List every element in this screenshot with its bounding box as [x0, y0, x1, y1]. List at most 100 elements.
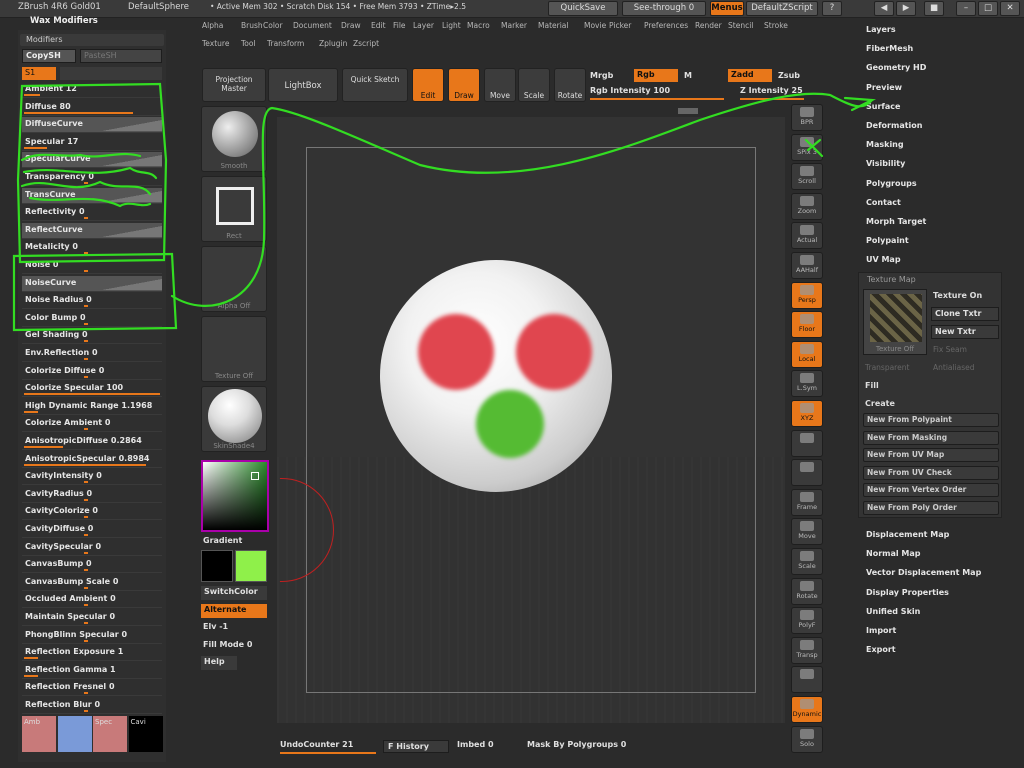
lightbox-button[interactable]: LightBox [268, 68, 338, 102]
rgb-intensity-slider[interactable]: Rgb Intensity 100 [590, 86, 670, 95]
menu-marker[interactable]: Marker [501, 21, 527, 30]
new-from-button[interactable]: New From Polypaint [863, 413, 999, 427]
layout-prev-icon[interactable]: ◀ [874, 1, 894, 16]
subpalette-morph-target[interactable]: Morph Target [866, 217, 926, 226]
modifier-row[interactable]: TransCurve [22, 187, 162, 204]
see-through-slider[interactable]: See-through 0 [622, 1, 706, 16]
texture-thumbnail[interactable]: Texture Off [863, 289, 927, 355]
shelf-button-floor[interactable]: Floor [791, 311, 823, 339]
modifier-row[interactable]: Transparency 0 [22, 170, 162, 186]
imbed-slider[interactable]: Imbed 0 [457, 740, 494, 749]
subpalette-normal-map[interactable]: Normal Map [866, 549, 920, 558]
shelf-button-zoom[interactable]: Zoom [791, 192, 823, 220]
new-from-button[interactable]: New From UV Check [863, 465, 999, 480]
modifier-row[interactable]: ReflectCurve [22, 222, 162, 239]
shader-slots[interactable] [60, 67, 162, 80]
modifier-row[interactable]: CanvasBump Scale 0 [22, 575, 162, 591]
create-section[interactable]: Create [865, 399, 895, 408]
shelf-button-scroll[interactable]: Scroll [791, 163, 823, 191]
subpalette-display-properties[interactable]: Display Properties [866, 588, 949, 597]
gradient-label[interactable]: Gradient [203, 536, 242, 545]
new-txtr-button[interactable]: New Txtr [931, 325, 999, 339]
shelf-button-actual[interactable]: Actual [791, 222, 823, 250]
default-zscript-button[interactable]: DefaultZScript [746, 1, 818, 16]
shelf-button-local[interactable]: Local [791, 340, 823, 368]
menu-zscript[interactable]: Zscript [353, 39, 379, 48]
menu-movie[interactable]: Movie [584, 21, 606, 30]
transparent-button[interactable]: Transparent [865, 363, 909, 372]
subpalette-export[interactable]: Export [866, 645, 896, 654]
menu-preferences[interactable]: Preferences [644, 21, 688, 30]
shader-swatch[interactable]: Cavi [128, 716, 163, 752]
clone-txtr-button[interactable]: Clone Txtr [931, 307, 999, 321]
new-from-button[interactable]: New From Vertex Order [863, 483, 999, 498]
menu-layer[interactable]: Layer [413, 21, 434, 30]
modifier-row[interactable]: CavityColorize 0 [22, 504, 162, 521]
s1-slot-button[interactable]: S1 [22, 67, 56, 80]
new-from-button[interactable]: New From UV Map [863, 448, 999, 463]
shelf-button-spix-3[interactable]: SPix 3 [791, 133, 823, 161]
modifier-row[interactable]: Specular 17 [22, 135, 162, 151]
menu-document[interactable]: Document [293, 21, 332, 30]
lock-icon[interactable]: ■ [924, 1, 944, 16]
zsub-button[interactable]: Zsub [778, 71, 800, 80]
canvas-scroll-indicator[interactable] [678, 108, 698, 114]
f-history-button[interactable]: F History [383, 740, 449, 753]
modifier-row[interactable]: Colorize Specular 100 [22, 381, 162, 398]
elv-slider[interactable]: Elv -1 [203, 622, 228, 631]
help-icon[interactable]: ? [822, 1, 842, 16]
help-button[interactable]: Help [201, 656, 237, 670]
mask-by-polygroups-slider[interactable]: Mask By Polygroups 0 [527, 740, 626, 749]
undo-counter-slider[interactable]: UndoCounter 21 [280, 740, 353, 749]
shelf-button-rotate[interactable]: Rotate [791, 577, 823, 605]
modifier-row[interactable]: AnisotropicSpecular 0.8984 [22, 452, 162, 468]
menu-macro[interactable]: Macro [467, 21, 490, 30]
modifier-row[interactable]: CavityRadius 0 [22, 487, 162, 503]
menu-draw[interactable]: Draw [341, 21, 361, 30]
subpalette-uv-map[interactable]: UV Map [866, 255, 901, 264]
alternate-button[interactable]: Alternate [201, 604, 267, 618]
subpalette-geometry-hd[interactable]: Geometry HD [866, 63, 926, 72]
modifier-row[interactable]: Occluded Ambient 0 [22, 592, 162, 609]
quick-sketch-button[interactable]: Quick Sketch [342, 68, 408, 102]
layout-next-icon[interactable]: ▶ [896, 1, 916, 16]
texture-on-button[interactable]: Texture On [933, 291, 982, 300]
zadd-button[interactable]: Zadd [728, 69, 772, 82]
modifier-row[interactable]: Reflectivity 0 [22, 205, 162, 222]
subpalette-import[interactable]: Import [866, 626, 896, 635]
menu-material[interactable]: Material [538, 21, 568, 30]
modifier-row[interactable]: Color Bump 0 [22, 311, 162, 327]
shelf-button-extra-12[interactable] [791, 459, 823, 487]
modifier-row[interactable]: AnisotropicDiffuse 0.2864 [22, 434, 162, 450]
shelf-button-frame[interactable]: Frame [791, 488, 823, 516]
minimize-icon[interactable]: – [956, 1, 976, 16]
mrgb-button[interactable]: Mrgb [590, 71, 613, 80]
menu-light[interactable]: Light [442, 21, 461, 30]
texture-map-title[interactable]: Texture Map [867, 275, 916, 284]
modifier-row[interactable]: Ambient 12 [22, 82, 162, 98]
shelf-button-xyz[interactable]: XYZ [791, 400, 823, 427]
copysh-button[interactable]: CopySH [22, 49, 76, 63]
scale-button[interactable]: Scale [518, 68, 550, 102]
alpha-tile[interactable]: Alpha Off [201, 246, 267, 312]
menu-alpha[interactable]: Alpha [202, 21, 223, 30]
shelf-button-persp[interactable]: Persp [791, 281, 823, 309]
subpalette-preview[interactable]: Preview [866, 83, 902, 92]
subpalette-deformation[interactable]: Deformation [866, 121, 922, 130]
subpalette-contact[interactable]: Contact [866, 198, 901, 207]
menu-tool[interactable]: Tool [241, 39, 256, 48]
modifier-row[interactable]: CanvasBump 0 [22, 557, 162, 574]
modifier-row[interactable]: SpecularCurve [22, 152, 162, 169]
subpalette-fibermesh[interactable]: FiberMesh [866, 44, 913, 53]
menu-picker[interactable]: Picker [609, 21, 631, 30]
modifier-row[interactable]: DiffuseCurve [22, 117, 162, 134]
quicksave-button[interactable]: QuickSave [548, 1, 618, 16]
main-color-swatch[interactable] [235, 550, 267, 582]
subpalette-surface[interactable]: Surface [866, 102, 900, 111]
menus-button[interactable]: Menus [710, 1, 744, 16]
restore-icon[interactable]: □ [978, 1, 998, 16]
antialiased-button[interactable]: Antialiased [933, 363, 975, 372]
shelf-button-polyf[interactable]: PolyF [791, 607, 823, 635]
shader-swatch[interactable]: Amb [22, 716, 56, 752]
modifier-row[interactable]: CavityDiffuse 0 [22, 522, 162, 538]
